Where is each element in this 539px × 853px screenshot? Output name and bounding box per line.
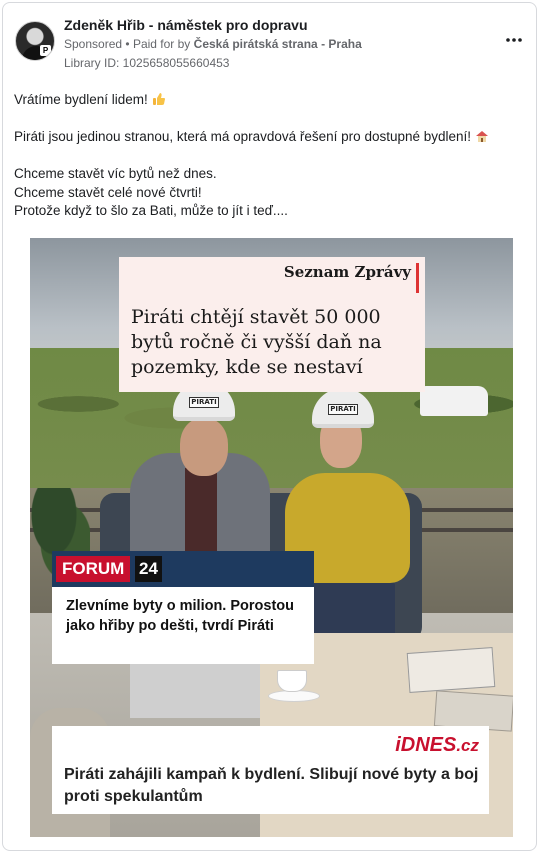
seznam-headline-text: Piráti chtějí stavět 50 000 bytů ročně č…	[131, 306, 382, 378]
house-emoji-icon	[475, 131, 488, 142]
paid-for-prefix: Paid for by	[132, 37, 191, 51]
paid-for-by-name: Česká pirátská strana - Praha	[193, 37, 362, 51]
forum24-headline-card: FORUM 24 Zlevníme byty o milion. Porosto…	[52, 551, 314, 664]
body-line: Chceme stavět víc bytů než dnes.	[14, 166, 217, 181]
photo-man-shirt	[185, 468, 217, 558]
sponsored-label: Sponsored	[64, 37, 123, 51]
idnes-headline-card: iDNES.cz Piráti zahájili kampaň k bydlen…	[52, 726, 489, 814]
forum24-logo: FORUM	[56, 556, 131, 582]
idnes-headline-text: Piráti zahájili kampaň k bydlení. Slibuj…	[64, 766, 479, 805]
forum24-headline-text: Zlevníme byty o milion. Porostou jako hř…	[66, 598, 294, 634]
body-line: Vrátíme bydlení lidem!	[14, 91, 529, 110]
idnes-logo: iDNES.cz	[395, 734, 479, 756]
body-line: Chceme stavět celé nové čtvrti!	[14, 184, 202, 200]
ad-post-card: P Zdeněk Hřib - náměstek pro dopravu Spo…	[2, 2, 537, 851]
separator-dot: •	[125, 37, 130, 51]
page-avatar[interactable]: P	[15, 21, 55, 61]
sponsored-line: Sponsored • Paid for by Česká pirátská s…	[64, 37, 362, 51]
seznam-zpravy-logo: Seznam Zprávy	[283, 263, 411, 281]
photo-man-head	[180, 418, 228, 476]
pirate-badge-icon: P	[40, 45, 51, 56]
seznam-accent-bar	[416, 263, 419, 293]
post-body-text: Vrátíme bydlení lidem! Piráti jsou jedin…	[14, 91, 529, 221]
body-line: Protože když to šlo za Bati, může to jít…	[14, 203, 288, 218]
ad-image[interactable]: PIRÁTI PIRÁTI Seznam Zprávy Piráti chtěj…	[30, 238, 513, 837]
photo-book	[406, 647, 496, 693]
photo-coffee-cup	[277, 670, 307, 692]
forum24-logo-number: 24	[135, 556, 162, 582]
body-line: Piráti jsou jedinou stranou, která má op…	[14, 128, 529, 147]
photo-van	[420, 386, 488, 416]
more-options-button[interactable]	[502, 29, 526, 49]
seznam-headline-card: Seznam Zprávy Piráti chtějí stavět 50 00…	[119, 257, 425, 392]
post-header: P Zdeněk Hřib - náměstek pro dopravu Spo…	[13, 15, 528, 73]
more-horizontal-icon	[506, 38, 522, 42]
forum24-header: FORUM 24	[52, 551, 314, 587]
library-id: Library ID: 1025658055660453	[64, 56, 230, 70]
page-name-link[interactable]: Zdeněk Hřib - náměstek pro dopravu	[64, 17, 308, 33]
thumbs-up-emoji-icon	[152, 93, 165, 105]
